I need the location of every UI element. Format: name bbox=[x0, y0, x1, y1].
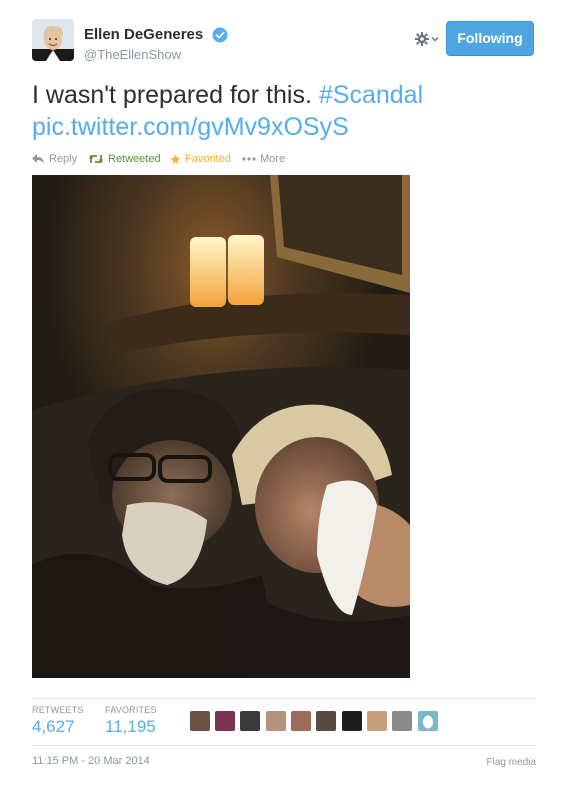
favoriter-avatar[interactable] bbox=[291, 711, 311, 731]
retweet-action[interactable]: Retweeted bbox=[88, 150, 161, 168]
favoriter-avatar[interactable] bbox=[392, 711, 412, 731]
flag-media-link[interactable]: Flag media bbox=[487, 757, 536, 768]
retweets-label: RETWEETS bbox=[32, 705, 84, 715]
favoriter-avatar[interactable] bbox=[342, 711, 362, 731]
avatar[interactable] bbox=[32, 19, 74, 61]
favoriter-avatar[interactable] bbox=[266, 711, 286, 731]
tweet-photo[interactable] bbox=[32, 175, 410, 678]
favoriter-avatar[interactable] bbox=[190, 711, 210, 731]
favoriter-avatar[interactable] bbox=[316, 711, 336, 731]
user-names: Ellen DeGeneres @TheEllenShow bbox=[84, 26, 228, 62]
favorites-count: 11,195 bbox=[105, 717, 156, 736]
verified-badge-icon bbox=[212, 27, 228, 43]
star-icon bbox=[170, 154, 181, 164]
tweet-footer: 11:15 PM - 20 Mar 2014 Flag media bbox=[32, 755, 536, 768]
media-link[interactable]: pic.twitter.com/gvMv9xOSyS bbox=[32, 113, 349, 141]
more-dots-icon bbox=[242, 157, 256, 161]
retweets-stat[interactable]: RETWEETS 4,627 bbox=[32, 705, 84, 737]
tweet-text: I wasn't prepared for this. #Scandal pic… bbox=[32, 79, 538, 143]
reply-action[interactable]: Reply bbox=[32, 150, 77, 168]
more-label: More bbox=[260, 153, 286, 165]
gear-icon[interactable] bbox=[414, 30, 440, 48]
tweet-timestamp[interactable]: 11:15 PM - 20 Mar 2014 bbox=[32, 755, 150, 767]
retweet-icon bbox=[88, 155, 104, 164]
favoriter-avatar[interactable] bbox=[367, 711, 387, 731]
user-handle[interactable]: @TheEllenShow bbox=[84, 47, 228, 62]
reply-label: Reply bbox=[49, 153, 78, 165]
reply-icon bbox=[32, 154, 44, 164]
user-fullname[interactable]: Ellen DeGeneres bbox=[84, 26, 203, 43]
favoriter-avatar[interactable] bbox=[215, 711, 235, 731]
following-button[interactable]: Following bbox=[446, 21, 534, 56]
favorites-stat[interactable]: FAVORITES 11,195 bbox=[105, 705, 157, 737]
tweet-body: I wasn't prepared for this. bbox=[32, 81, 312, 109]
hashtag-link[interactable]: #Scandal bbox=[319, 81, 423, 109]
favoriter-avatar[interactable] bbox=[240, 711, 260, 731]
favorites-label: FAVORITES bbox=[105, 705, 157, 715]
favorite-label: Favorited bbox=[185, 153, 231, 165]
favorite-action[interactable]: Favorited bbox=[170, 150, 231, 168]
tweet-header: Ellen DeGeneres @TheEllenShow Following bbox=[32, 19, 538, 69]
tweet-stats: RETWEETS 4,627 FAVORITES 11,195 bbox=[32, 698, 536, 746]
retweets-count: 4,627 bbox=[32, 717, 75, 736]
retweet-label: Retweeted bbox=[108, 153, 161, 165]
more-action[interactable]: More bbox=[242, 150, 285, 168]
egg-avatar-icon[interactable] bbox=[418, 711, 438, 731]
